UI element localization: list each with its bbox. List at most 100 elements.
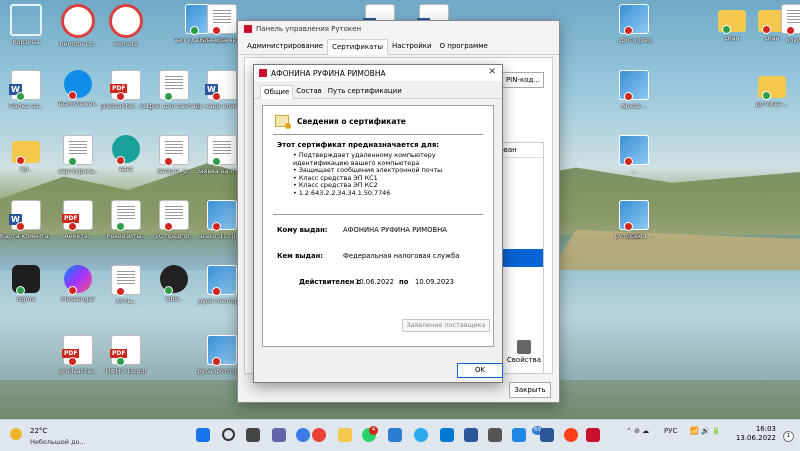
- desktop-icon[interactable]: PDF ИФНС 15.pdf: [100, 335, 152, 376]
- desktop-icon[interactable]: ..jpeg: [608, 200, 660, 241]
- desktop-icon[interactable]: Ср..: [0, 135, 52, 174]
- taskbar: 22°C Небольшой до... 4 69 ⌃ ⊘ ☁ РУС 📶 🔊 …: [0, 419, 800, 451]
- sync-status-icon: [68, 91, 77, 100]
- tab-administration[interactable]: Администрирование: [243, 39, 327, 54]
- doc-icon: [159, 200, 189, 231]
- sync-status-icon: [116, 357, 125, 366]
- doc-icon: [207, 4, 237, 35]
- sync-status-icon: [762, 91, 771, 100]
- tab-general[interactable]: Общие: [260, 85, 294, 99]
- yandex-icon[interactable]: [564, 428, 578, 442]
- desktop-icon[interactable]: Архив ..: [608, 70, 660, 111]
- tab-settings[interactable]: Настройки: [388, 39, 436, 54]
- close-icon[interactable]: ✕: [488, 67, 496, 77]
- desktop-icon[interactable]: Акты..: [100, 265, 152, 306]
- desktop-icon[interactable]: Запрос_р..: [148, 135, 200, 176]
- issuer-statement-button[interactable]: Заявление поставщика: [402, 319, 490, 332]
- doc-icon: [781, 4, 800, 35]
- desktop-icon[interactable]: фон для сайта2.docx: [148, 70, 200, 111]
- word-icon[interactable]: [464, 428, 478, 442]
- close-button[interactable]: Закрыть: [509, 382, 551, 398]
- img-icon: [619, 135, 649, 166]
- app-icon[interactable]: [488, 428, 502, 442]
- desktop-icon[interactable]: Remote Ut..: [52, 4, 104, 49]
- desktop-icon[interactable]: PDF predvaritel..: [52, 335, 104, 376]
- purpose-heading: Этот сертификат предназначается для:: [277, 141, 440, 149]
- desktop-icon[interactable]: PDF Анкета..: [52, 200, 104, 241]
- app-icon[interactable]: [388, 428, 402, 442]
- valid-to-value: 10.09.2023: [415, 278, 454, 286]
- sync-status-icon: [624, 222, 633, 231]
- word-icon[interactable]: [540, 428, 554, 442]
- desktop-icon-label: Remote Ut..: [59, 41, 97, 48]
- file-explorer-icon[interactable]: [338, 428, 352, 442]
- desktop-icon-label: Корзина: [12, 39, 40, 46]
- properties-button[interactable]: Свойства: [504, 340, 544, 373]
- teams-chat-icon[interactable]: [272, 428, 286, 442]
- task-view-icon[interactable]: [246, 428, 260, 442]
- window-titlebar[interactable]: Панель управления Рутокен: [238, 21, 559, 37]
- ok-button[interactable]: OK: [457, 363, 503, 378]
- desktop-icon-label: Ср..: [19, 166, 33, 173]
- sync-status-icon: [116, 222, 125, 231]
- pin-code-button[interactable]: PIN-код...: [502, 72, 544, 88]
- sync-status-icon: [164, 157, 173, 166]
- tab-certificates[interactable]: Сертификаты: [327, 39, 388, 55]
- desktop-icon[interactable]: PDF predvaritel.. (1).pdf: [100, 70, 152, 111]
- clock[interactable]: 16:03 13.06.2022: [736, 425, 776, 443]
- pdf-icon: PDF: [62, 335, 93, 366]
- desktop-icon[interactable]: Корзина: [0, 4, 52, 47]
- sync-status-icon: [786, 26, 795, 35]
- rutoken-taskbar-icon[interactable]: [586, 428, 600, 442]
- weather-icon: [10, 428, 22, 440]
- desktop-icon[interactable]: W Карта клиента..: [0, 200, 52, 241]
- certificate-dialog[interactable]: АФОНИНА РУФИНА РИМОВНА ✕ Общие Состав Пу…: [253, 64, 503, 383]
- desktop-icon[interactable]: OBS..: [148, 265, 200, 304]
- pdf-icon: PDF: [110, 335, 141, 366]
- weather-temperature: 22°C: [30, 427, 48, 435]
- tab-certification-path[interactable]: Путь сертификации: [325, 85, 405, 98]
- zoom-icon[interactable]: [296, 428, 310, 442]
- language-indicator[interactable]: РУС: [664, 427, 677, 435]
- sync-status-icon: [164, 286, 173, 295]
- desktop-icon[interactable]: W Папка на..: [0, 70, 52, 111]
- desktop-icon[interactable]: Messenger: [52, 265, 104, 304]
- desktop-icon[interactable]: ..: [608, 135, 660, 176]
- network-volume-icons[interactable]: 📶 🔊 🔋: [690, 427, 721, 435]
- sync-status-icon: [16, 286, 25, 295]
- issued-to-value: АФОНИНА РУФИНА РИМОВНА: [343, 226, 447, 234]
- chrome-icon[interactable]: [312, 428, 326, 442]
- doc-icon: [111, 265, 141, 296]
- start-icon[interactable]: [196, 428, 210, 442]
- desktop-icon[interactable]: ..фото.jpeg: [608, 4, 660, 45]
- notification-icon[interactable]: 1: [783, 431, 794, 442]
- browser-icon[interactable]: [512, 428, 526, 442]
- desktop-icon-label: Карта клиента..: [0, 233, 52, 240]
- desktop-icon-label: Папка на..: [9, 103, 43, 110]
- desktop-icon[interactable]: скан: [706, 4, 758, 43]
- desktop-icon[interactable]: Реквизиты..: [100, 200, 152, 241]
- desktop-icon[interactable]: Figma: [0, 265, 52, 304]
- desktop-icon[interactable]: 1С предпр..: [148, 200, 200, 241]
- telegram-icon[interactable]: [414, 428, 428, 442]
- search-icon[interactable]: [222, 428, 235, 441]
- desktop-icon-label: predvaritel.. (1).pdf: [100, 103, 152, 110]
- desktop-icon[interactable]: рутокен ..: [746, 70, 798, 109]
- desktop-icon[interactable]: TeamViewer..: [52, 70, 104, 109]
- window-title: Панель управления Рутокен: [256, 25, 362, 33]
- tab-details[interactable]: Состав: [293, 85, 325, 98]
- desktop-icon[interactable]: Remote: [100, 4, 152, 49]
- sync-status-icon: [212, 157, 221, 166]
- desktop-icon[interactable]: ключ..: [770, 4, 800, 45]
- desktop-icon[interactable]: сертифика..: [52, 135, 104, 176]
- tray-icons[interactable]: ⌃ ⊘ ☁: [626, 427, 649, 435]
- dialog-titlebar[interactable]: АФОНИНА РУФИНА РИМОВНА ✕: [254, 65, 502, 81]
- desktop-icon-label: ..: [632, 168, 636, 175]
- store-icon[interactable]: [440, 428, 454, 442]
- sync-status-icon: [68, 222, 77, 231]
- desktop-icon-label: рутокен ..: [755, 101, 789, 108]
- desktop-icon[interactable]: eset: [100, 135, 152, 174]
- tab-about[interactable]: О программе: [436, 39, 492, 54]
- obs-icon: [160, 265, 188, 295]
- sync-status-icon: [16, 222, 25, 231]
